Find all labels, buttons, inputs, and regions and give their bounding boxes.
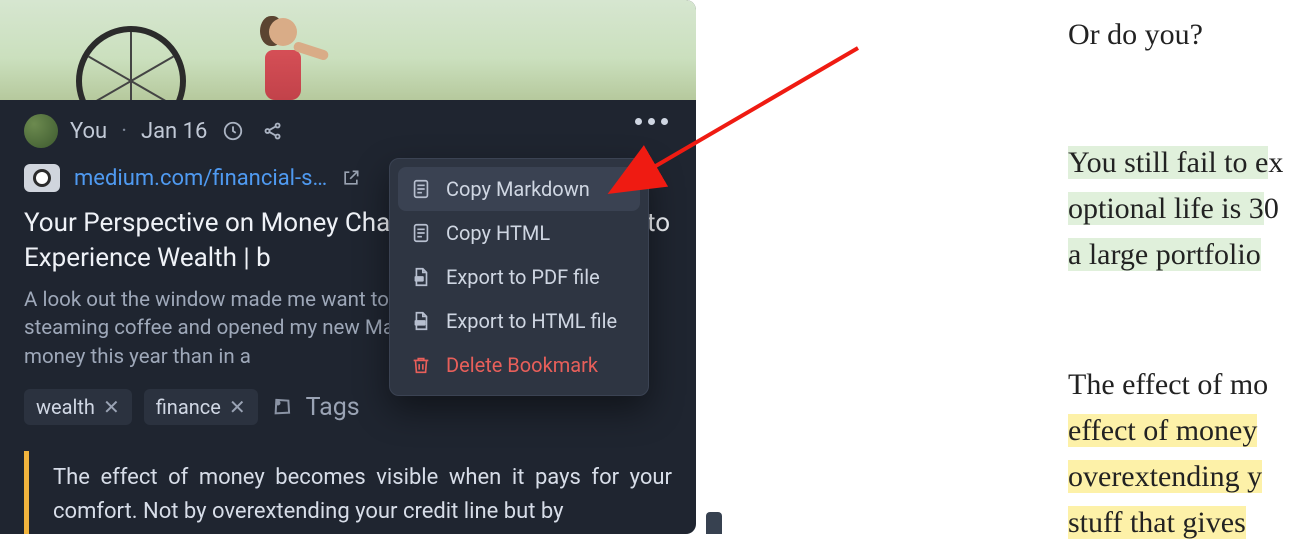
highlight-yellow: overextending y — [1068, 460, 1262, 493]
menu-item-label: Delete Bookmark — [446, 353, 598, 377]
person-silhouette-decor — [265, 12, 327, 100]
menu-item-label: Copy Markdown — [446, 177, 590, 201]
external-link-icon[interactable] — [341, 168, 361, 188]
remove-tag-icon[interactable]: ✕ — [103, 397, 120, 417]
tags-button-label[interactable]: Tags — [306, 393, 360, 422]
hero-image — [0, 0, 696, 100]
highlight-green: optional life is 3 — [1068, 192, 1264, 225]
author-label: You — [70, 119, 107, 144]
menu-item-copy-markdown[interactable]: Copy Markdown — [398, 167, 640, 211]
medium-favicon — [24, 164, 60, 192]
document-icon — [410, 222, 432, 244]
date-label: Jan 16 — [141, 119, 207, 144]
menu-item-label: Copy HTML — [446, 221, 550, 245]
avatar[interactable] — [24, 114, 58, 148]
highlight-quote: The effect of money becomes visible when… — [24, 451, 672, 534]
bicycle-wheel-decor — [76, 26, 186, 100]
tag-icon[interactable] — [270, 395, 294, 419]
highlight-yellow: stuff that gives — [1068, 506, 1246, 539]
trash-icon — [410, 354, 432, 376]
document-icon — [410, 178, 432, 200]
reader-text: overextending y — [1068, 454, 1262, 501]
highlight-green: a large portfolio — [1068, 238, 1261, 271]
highlight-yellow: effect of money — [1068, 414, 1257, 447]
tag-chip-wealth[interactable]: wealth ✕ — [24, 389, 132, 425]
menu-item-export-pdf[interactable]: Export to PDF file — [398, 255, 640, 299]
tag-label: wealth — [36, 395, 95, 419]
reader-text: stuff that gives — [1068, 500, 1246, 547]
reader-pane: Or do you? You still fail to ex optional… — [698, 0, 1308, 534]
tag-chip-finance[interactable]: finance ✕ — [144, 389, 258, 425]
remove-tag-icon[interactable]: ✕ — [229, 397, 246, 417]
menu-item-copy-html[interactable]: Copy HTML — [398, 211, 640, 255]
menu-item-delete-bookmark[interactable]: Delete Bookmark — [398, 343, 640, 387]
menu-item-label: Export to HTML file — [446, 309, 617, 333]
reader-text: You still fail to ex — [1068, 140, 1283, 187]
reader-text: effect of money — [1068, 408, 1257, 455]
reader-text: a large portfolio — [1068, 232, 1261, 279]
scroll-handle[interactable] — [706, 512, 722, 534]
menu-item-label: Export to PDF file — [446, 265, 600, 289]
separator: · — [121, 119, 127, 144]
tag-label: finance — [156, 395, 221, 419]
reader-text: The effect of mo — [1068, 362, 1268, 409]
share-icon[interactable] — [259, 117, 287, 145]
reader-text: Or do you? — [1068, 12, 1203, 59]
context-menu: Copy Markdown Copy HTML Export to PDF fi… — [389, 158, 649, 396]
pdf-file-icon — [410, 266, 432, 288]
meta-row: You · Jan 16 — [0, 100, 696, 156]
html-file-icon — [410, 310, 432, 332]
clock-icon[interactable] — [219, 117, 247, 145]
highlight-green: You still fail to e — [1068, 146, 1268, 179]
reader-text: optional life is 30 — [1068, 186, 1279, 233]
more-menu-button[interactable] — [635, 118, 668, 125]
source-url-link[interactable]: medium.com/financial-s… — [74, 166, 327, 191]
menu-item-export-html[interactable]: Export to HTML file — [398, 299, 640, 343]
